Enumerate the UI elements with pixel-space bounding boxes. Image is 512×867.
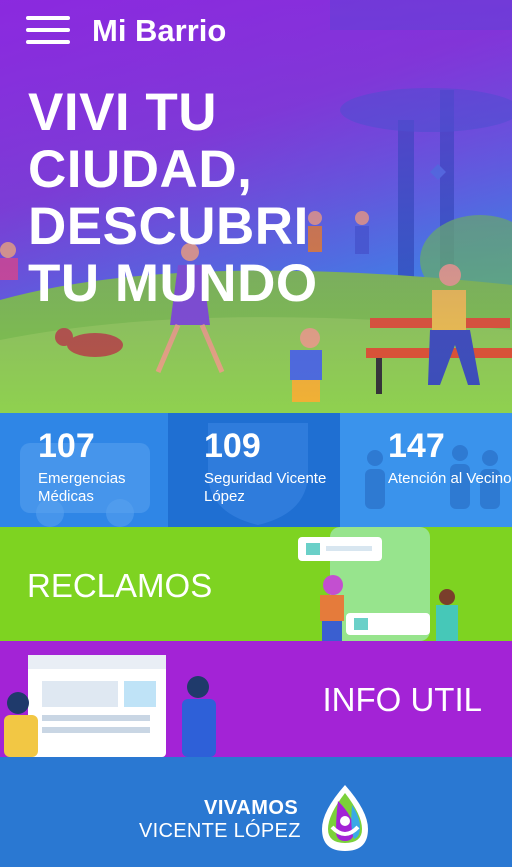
headline-line: DESCUBRI: [28, 197, 309, 256]
hamburger-menu-icon[interactable]: [26, 16, 70, 46]
reclamos-button[interactable]: RECLAMOS: [0, 527, 512, 641]
emergency-number: 147: [388, 427, 445, 465]
emergency-label: Seguridad Vicente López: [204, 470, 327, 505]
emergency-card-107[interactable]: 107 Emergencias Médicas: [0, 413, 168, 527]
headline-line: VIVI TU: [28, 83, 218, 142]
emergency-label: Atención al Vecino: [388, 470, 512, 487]
emergency-card-109[interactable]: 109 Seguridad Vicente López: [168, 413, 340, 527]
app-title: Mi Barrio: [92, 13, 227, 48]
headline-line: TU MUNDO: [28, 254, 318, 313]
reclamos-label: RECLAMOS: [27, 567, 213, 604]
headline-line: CIUDAD,: [28, 140, 253, 199]
footer-brand: VIVAMOS VICENTE LÓPEZ: [0, 757, 512, 867]
emergency-numbers-row: 107 Emergencias Médicas 109 Seguridad Vi…: [0, 413, 512, 527]
hero-headline: VIVI TU CIUDAD, DESCUBRI TU MUNDO: [28, 84, 318, 312]
emergency-label: Emergencias Médicas: [38, 470, 126, 505]
hero-banner: Mi Barrio VIVI TU CIUDAD, DESCUBRI TU MU…: [0, 0, 512, 413]
vivamos-drop-logo-icon: [322, 785, 368, 851]
info-util-label: INFO UTIL: [322, 681, 482, 718]
info-util-button[interactable]: INFO UTIL: [0, 641, 512, 757]
brand-line-1: VIVAMOS: [204, 797, 299, 819]
emergency-number: 109: [204, 427, 261, 465]
emergency-card-147[interactable]: 147 Atención al Vecino: [340, 413, 512, 527]
brand-line-2: VICENTE LÓPEZ: [139, 820, 301, 842]
emergency-number: 107: [38, 427, 95, 465]
